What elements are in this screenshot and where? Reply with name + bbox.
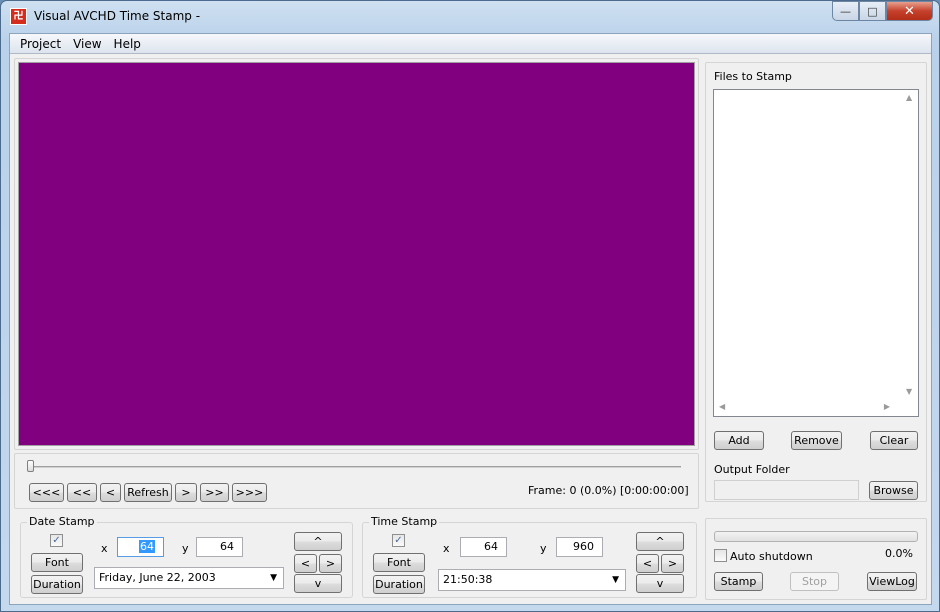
forward-button[interactable]: >	[175, 483, 197, 502]
date-format-value: Friday, June 22, 2003	[99, 571, 216, 584]
date-y-input[interactable]: 64	[196, 537, 243, 557]
date-move-left-button[interactable]: <	[294, 554, 317, 573]
time-x-label: x	[443, 542, 450, 555]
refresh-button[interactable]: Refresh	[124, 483, 172, 502]
client-area: Project View Help <<< << < Refresh > >> …	[9, 33, 932, 605]
time-format-value: 21:50:38	[443, 573, 493, 586]
files-label: Files to Stamp	[714, 70, 792, 83]
stop-button[interactable]: Stop	[790, 572, 839, 591]
menu-project[interactable]: Project	[14, 37, 67, 51]
menu-help[interactable]: Help	[108, 37, 147, 51]
menu-view[interactable]: View	[67, 37, 107, 51]
minimize-button[interactable]: —	[832, 1, 859, 21]
time-x-input[interactable]: 64	[460, 537, 507, 557]
date-stamp-checkbox[interactable]: ✓	[50, 534, 63, 547]
back-fast-button[interactable]: <<	[67, 483, 97, 502]
time-format-dropdown[interactable]: 21:50:38 ▼	[438, 569, 626, 591]
minimize-icon: —	[840, 4, 851, 18]
frame-slider-thumb[interactable]	[27, 460, 34, 472]
files-horizontal-scrollbar[interactable]: ◀ ▶	[714, 399, 918, 416]
scroll-down-icon[interactable]: ▼	[906, 387, 912, 396]
output-folder-field[interactable]	[714, 480, 859, 500]
date-y-label: y	[182, 542, 189, 555]
date-format-dropdown[interactable]: Friday, June 22, 2003 ▼	[94, 567, 284, 589]
files-list[interactable]: ▲ ▼ ◀ ▶	[713, 89, 919, 417]
chevron-down-icon: ▼	[612, 575, 619, 585]
time-move-down-button[interactable]: v	[636, 574, 684, 593]
time-duration-button[interactable]: Duration	[373, 575, 425, 594]
date-move-up-button[interactable]: ^	[294, 532, 342, 551]
maximize-button[interactable]: □	[859, 1, 886, 21]
last-frame-button[interactable]: >>>	[232, 483, 267, 502]
date-duration-button[interactable]: Duration	[31, 575, 83, 594]
scroll-right-icon[interactable]: ▶	[884, 402, 890, 411]
title-bar: 卍 Visual AVCHD Time Stamp - — □ ✕	[1, 1, 939, 33]
close-icon: ✕	[904, 3, 915, 19]
auto-shutdown-checkbox[interactable]	[714, 549, 727, 562]
browse-button[interactable]: Browse	[869, 481, 918, 500]
stamp-button[interactable]: Stamp	[714, 572, 763, 591]
clear-button[interactable]: Clear	[870, 431, 918, 450]
time-move-up-button[interactable]: ^	[636, 532, 684, 551]
date-stamp-title: Date Stamp	[27, 515, 97, 528]
stamp-progress-bar	[714, 531, 918, 542]
time-move-left-button[interactable]: <	[636, 554, 659, 573]
date-x-label: x	[101, 542, 108, 555]
time-font-button[interactable]: Font	[373, 553, 425, 572]
maximize-icon: □	[867, 4, 878, 18]
add-button[interactable]: Add	[714, 431, 764, 450]
menu-bar: Project View Help	[10, 34, 931, 54]
viewlog-button[interactable]: ViewLog	[867, 572, 917, 591]
time-y-input[interactable]: 960	[556, 537, 603, 557]
date-move-right-button[interactable]: >	[319, 554, 342, 573]
close-button[interactable]: ✕	[886, 1, 933, 21]
back-button[interactable]: <	[100, 483, 121, 502]
files-vertical-scrollbar[interactable]: ▲ ▼	[901, 90, 918, 416]
app-logo-icon: 卍	[10, 8, 27, 25]
date-move-down-button[interactable]: v	[294, 574, 342, 593]
window-title: Visual AVCHD Time Stamp -	[34, 9, 201, 23]
first-frame-button[interactable]: <<<	[29, 483, 64, 502]
date-x-input[interactable]: 64	[117, 537, 164, 557]
frame-slider-track[interactable]	[28, 466, 681, 468]
frame-status: Frame: 0 (0.0%) [0:00:00:00]	[528, 484, 689, 497]
scroll-left-icon[interactable]: ◀	[719, 402, 725, 411]
output-folder-label: Output Folder	[714, 463, 790, 476]
progress-percent: 0.0%	[885, 547, 913, 560]
time-y-label: y	[540, 542, 547, 555]
chevron-down-icon: ▼	[270, 573, 277, 583]
video-preview	[18, 62, 695, 446]
auto-shutdown-label: Auto shutdown	[730, 550, 813, 563]
forward-fast-button[interactable]: >>	[200, 483, 229, 502]
time-move-right-button[interactable]: >	[661, 554, 684, 573]
scroll-up-icon[interactable]: ▲	[906, 93, 912, 102]
remove-button[interactable]: Remove	[791, 431, 842, 450]
time-stamp-checkbox[interactable]: ✓	[392, 534, 405, 547]
app-window: 卍 Visual AVCHD Time Stamp - — □ ✕ Projec…	[0, 0, 940, 612]
time-stamp-title: Time Stamp	[369, 515, 440, 528]
date-font-button[interactable]: Font	[31, 553, 83, 572]
